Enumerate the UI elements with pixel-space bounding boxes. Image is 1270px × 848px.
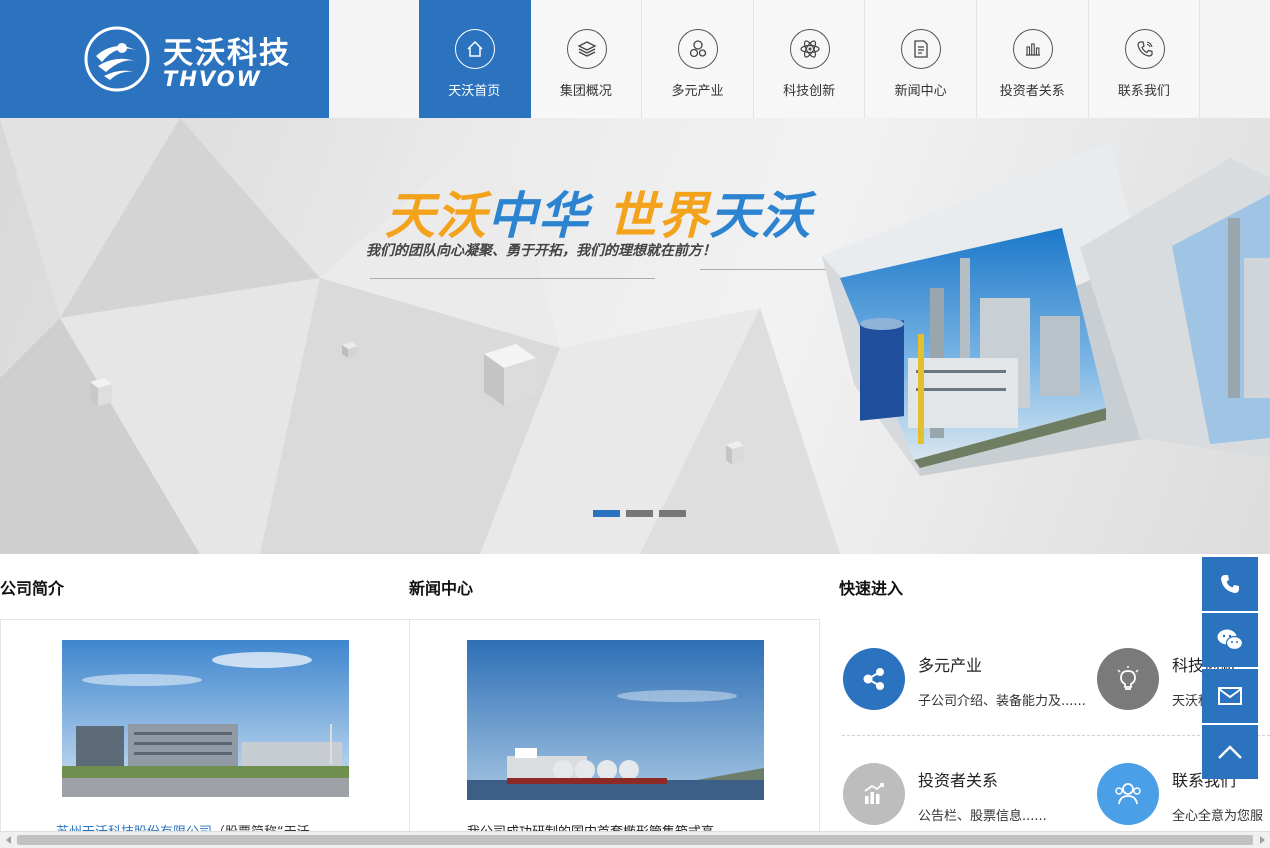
nav-item-group-overview[interactable]: 集团概况 [530, 0, 643, 118]
nav-item-contact[interactable]: 联系我们 [1088, 0, 1201, 118]
quick-item-industries[interactable]: 多元产业 子公司介绍、装备能力及...... [843, 648, 1103, 728]
slogan-part: 中华 [487, 187, 589, 245]
quick-item-desc: 子公司介绍、装备能力及...... [918, 694, 1086, 709]
banner-slogan: 天沃中华 世界天沃 [385, 176, 811, 248]
quick-item-desc: 公告栏、股票信息...... [918, 809, 1047, 824]
scrollbar-thumb[interactable] [17, 835, 1253, 845]
company-building-image[interactable] [62, 640, 349, 797]
nav-label: 集团概况 [559, 84, 612, 99]
phone-icon [1221, 575, 1239, 593]
news-center-title: 新闻中心 [409, 579, 474, 598]
horizontal-scrollbar[interactable] [0, 831, 1270, 848]
nav-item-investors[interactable]: 投资者关系 [976, 0, 1089, 118]
news-center-panel: 我公司成功研制的国内首套椭形管集箱式高 [409, 620, 820, 840]
slogan-part: 天沃 [385, 187, 487, 245]
nav-label: 多元产业 [671, 84, 724, 99]
hexagons-icon [678, 29, 719, 69]
header: 天沃科技 THVOW 天沃首页 集团概况 多元产业 科技创新 新闻中心 投资者关… [0, 0, 1270, 118]
nav-item-industries[interactable]: 多元产业 [642, 0, 754, 118]
arrow-up-icon [1218, 745, 1242, 759]
phone-icon [1124, 29, 1165, 69]
slider-dots [593, 510, 686, 517]
slider-dot-3[interactable] [659, 510, 686, 517]
float-wechat-button[interactable] [1202, 613, 1258, 667]
nav-label: 科技创新 [783, 84, 836, 99]
hero-banner[interactable]: 天沃中华 世界天沃 我们的团队向心凝聚、勇于开拓，我们的理想就在前方！ [0, 118, 1270, 554]
people-icon [1097, 763, 1159, 825]
nav-label: 联系我们 [1117, 84, 1170, 99]
wechat-icon [1217, 629, 1244, 651]
float-mail-button[interactable] [1202, 669, 1258, 723]
decorative-cube [342, 342, 358, 358]
decorative-cube [726, 441, 744, 465]
slogan-part: 天沃 [709, 187, 812, 245]
nav-item-news[interactable]: 新闻中心 [865, 0, 977, 118]
slider-dot-2[interactable] [626, 510, 653, 517]
quick-item-desc: 全心全意为您服 [1172, 809, 1264, 824]
banner-divider [370, 278, 655, 279]
bar-chart-icon [1012, 29, 1053, 69]
nav-label: 新闻中心 [894, 84, 947, 99]
layers-icon [566, 29, 607, 69]
network-icon [843, 648, 905, 710]
banner-plant-cube-image [822, 142, 1270, 476]
scroll-right-arrow-icon[interactable] [1253, 832, 1270, 848]
banner-subslogan: 我们的团队向心凝聚、勇于开拓，我们的理想就在前方！ [366, 243, 716, 259]
lightbulb-icon [1097, 648, 1159, 710]
company-intro-panel: 苏州天沃科技股份有限公司（股票简称“天沃 [0, 620, 410, 840]
nav-label: 天沃首页 [448, 84, 501, 99]
slider-dot-1[interactable] [593, 510, 620, 517]
logo[interactable]: 天沃科技 THVOW [0, 0, 329, 118]
main-nav: 天沃首页 集团概况 多元产业 科技创新 新闻中心 投资者关系 联系我们 [419, 0, 1201, 118]
logo-text-cn: 天沃科技 [163, 36, 291, 71]
quick-item-title: 投资者关系 [918, 771, 999, 790]
scroll-left-arrow-icon[interactable] [0, 832, 17, 848]
logo-text-en: THVOW [163, 67, 262, 91]
home-icon [455, 29, 495, 69]
quick-access-title: 快速进入 [839, 579, 904, 598]
float-phone-button[interactable] [1202, 557, 1258, 611]
document-icon [901, 29, 942, 69]
page: 天沃科技 THVOW 天沃首页 集团概况 多元产业 科技创新 新闻中心 投资者关… [0, 0, 1270, 848]
decorative-cube [484, 344, 536, 406]
news-ship-image[interactable] [467, 640, 764, 800]
logo-mark-icon [84, 26, 150, 92]
decorative-cube [90, 378, 112, 406]
nav-label: 投资者关系 [999, 84, 1065, 99]
quick-item-title: 多元产业 [918, 656, 983, 675]
nav-item-home[interactable]: 天沃首页 [419, 0, 531, 118]
mail-icon [1218, 687, 1242, 705]
slogan-part: 世界 [607, 187, 710, 245]
float-back-to-top-button[interactable] [1202, 725, 1258, 779]
growth-chart-icon [843, 763, 905, 825]
atom-icon [789, 29, 830, 69]
company-intro-title: 公司简介 [0, 579, 65, 598]
nav-item-innovation[interactable]: 科技创新 [753, 0, 866, 118]
